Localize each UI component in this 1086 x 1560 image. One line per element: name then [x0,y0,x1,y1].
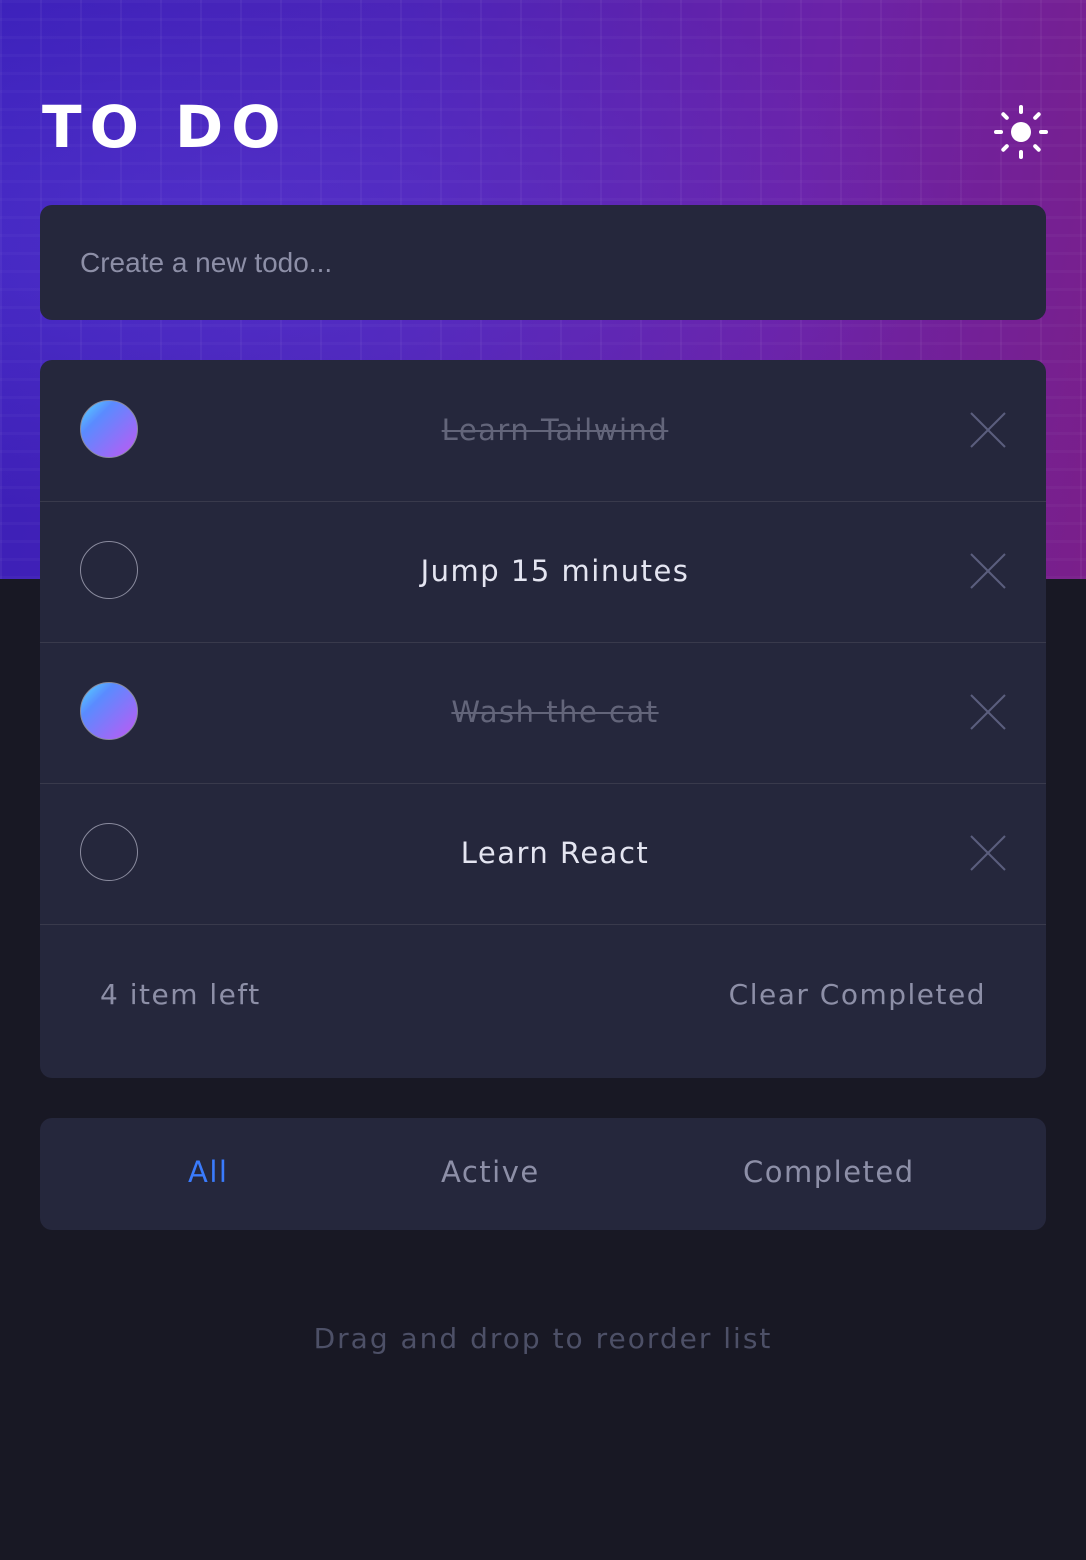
page-title: TO DO [42,93,289,161]
todo-text: Learn React [460,836,650,870]
todo-checkbox[interactable] [80,823,138,881]
todo-checkbox-checked[interactable] [80,682,138,740]
filter-completed[interactable]: Completed [743,1118,915,1230]
filter-active[interactable]: Active [441,1118,540,1230]
todo-checkbox-checked[interactable] [80,400,138,458]
list-footer: 4 item left Clear Completed [40,926,1046,1078]
delete-button[interactable] [968,551,1008,591]
todo-text: Wash the cat [451,695,659,729]
todo-item[interactable]: Jump 15 minutes [40,501,1046,643]
todo-text: Jump 15 minutes [420,554,690,588]
delete-button[interactable] [968,410,1008,450]
reorder-hint: Drag and drop to reorder list [313,1322,773,1355]
clear-completed-button[interactable]: Clear Completed [729,978,986,1011]
new-todo-card [40,205,1046,320]
todo-list: Learn Tailwind Jump 15 minutes Wash the … [40,360,1046,1078]
filter-all[interactable]: All [188,1118,228,1230]
close-icon [970,835,1006,871]
close-icon [970,412,1006,448]
delete-button[interactable] [968,692,1008,732]
close-icon [970,694,1006,730]
sun-icon [994,105,1048,159]
todo-item[interactable]: Wash the cat [40,642,1046,784]
theme-toggle-button[interactable] [993,104,1049,160]
delete-button[interactable] [968,833,1008,873]
todo-checkbox[interactable] [80,541,138,599]
close-icon [970,553,1006,589]
todo-item[interactable]: Learn React [40,783,1046,925]
todo-text: Learn Tailwind [441,413,669,447]
todo-item[interactable]: Learn Tailwind [40,360,1046,502]
filter-bar: All Active Completed [40,1118,1046,1230]
items-left-count: 4 item left [100,978,261,1011]
new-todo-input[interactable] [80,205,1000,320]
